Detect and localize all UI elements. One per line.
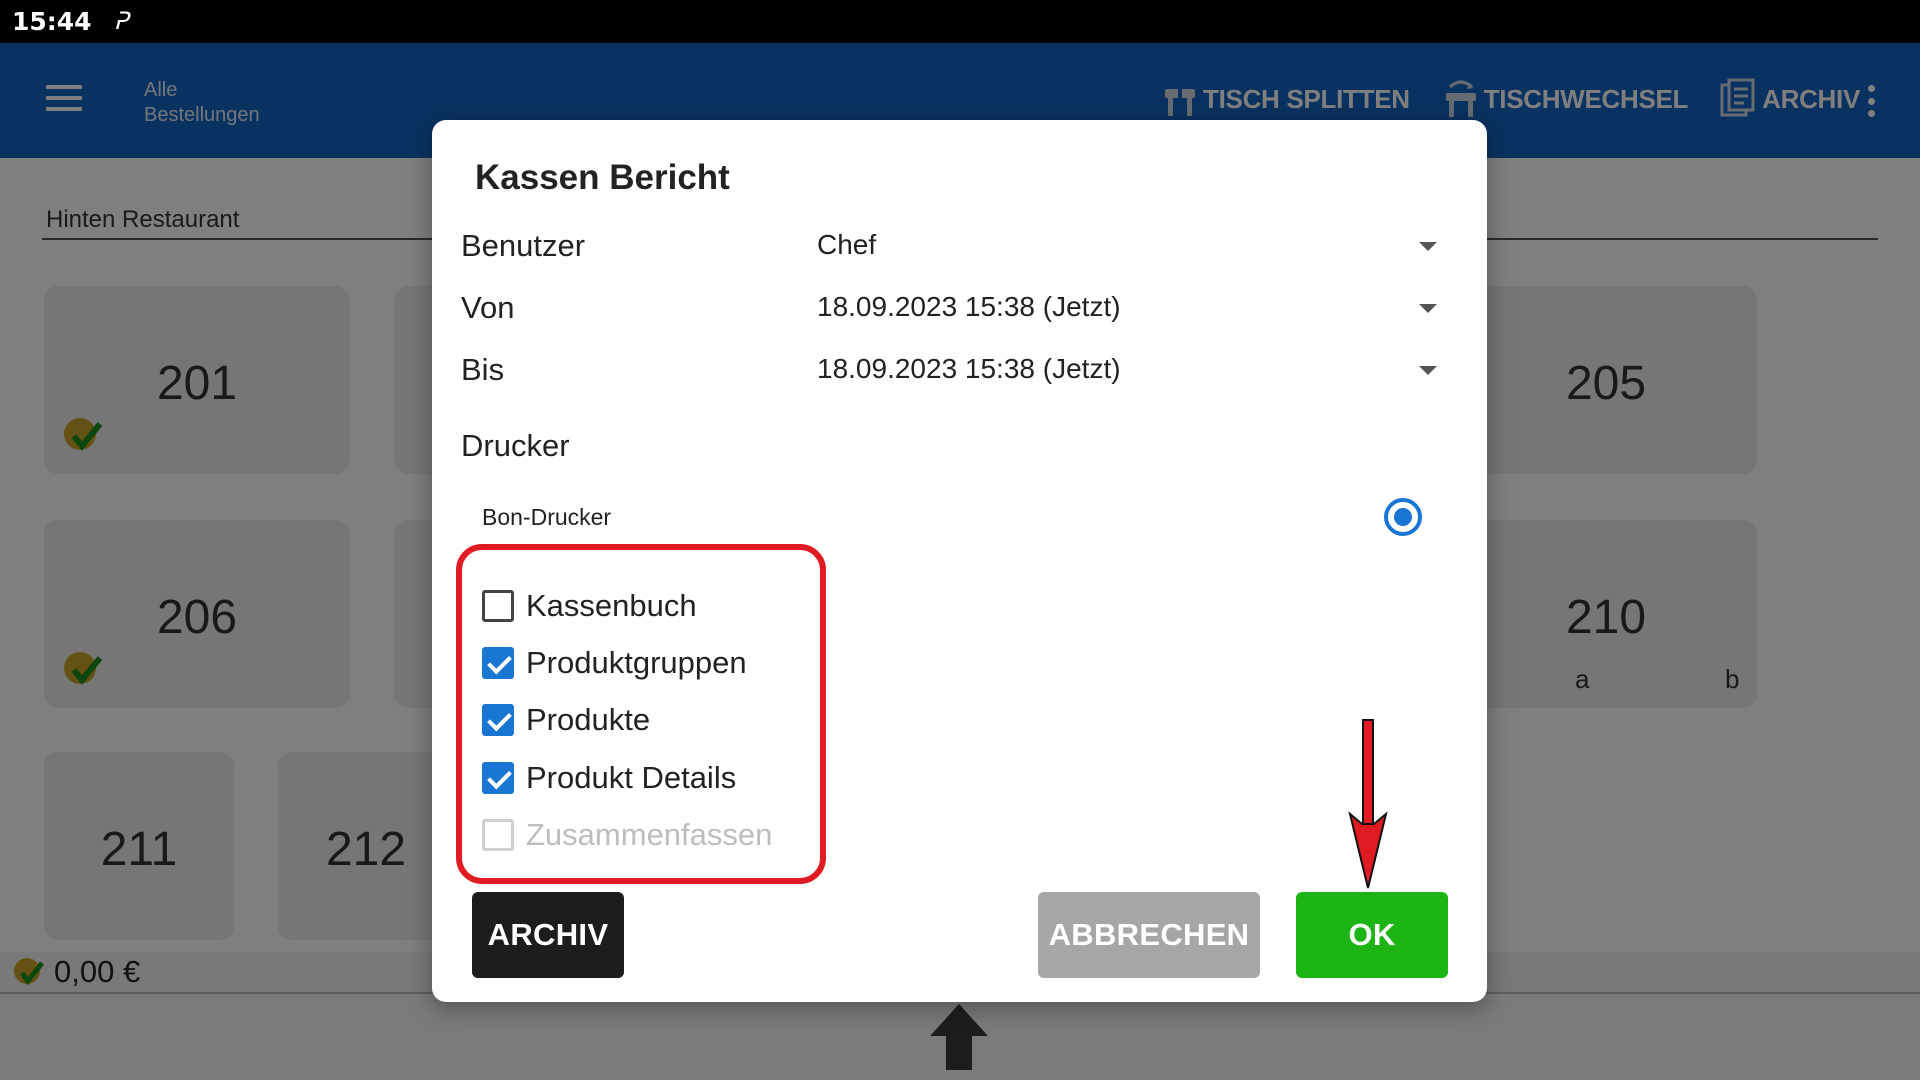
chevron-down-icon[interactable] bbox=[1419, 304, 1437, 313]
option-kassenbuch[interactable]: Kassenbuch bbox=[482, 584, 697, 628]
ok-button[interactable]: OK bbox=[1296, 892, 1448, 978]
status-time: 15:44 bbox=[12, 7, 92, 36]
option-label: Produktgruppen bbox=[526, 645, 747, 680]
cash-report-dialog: Kassen Bericht Benutzer Chef Von 18.09.2… bbox=[432, 120, 1487, 1002]
to-value[interactable]: 18.09.2023 15:38 (Jetzt) bbox=[817, 353, 1121, 385]
user-label: Benutzer bbox=[461, 228, 586, 263]
checkbox-checked[interactable] bbox=[482, 704, 514, 736]
checkbox[interactable] bbox=[482, 590, 514, 622]
option-label: Produkt Details bbox=[526, 760, 737, 795]
user-value[interactable]: Chef bbox=[817, 229, 876, 261]
option-produktgruppen[interactable]: Produktgruppen bbox=[482, 641, 747, 685]
printer-radio[interactable] bbox=[1384, 498, 1422, 536]
chevron-down-icon[interactable] bbox=[1419, 242, 1437, 251]
from-field[interactable]: Von 18.09.2023 15:38 (Jetzt) bbox=[461, 282, 1461, 332]
cancel-button[interactable]: ABBRECHEN bbox=[1038, 892, 1260, 978]
checkbox-disabled bbox=[482, 819, 514, 851]
printer-section-label: Drucker bbox=[461, 428, 570, 463]
status-bar: 15:44 ᕈ bbox=[0, 0, 1920, 43]
checkbox-checked[interactable] bbox=[482, 647, 514, 679]
p-icon: ᕈ bbox=[113, 8, 129, 35]
from-value[interactable]: 18.09.2023 15:38 (Jetzt) bbox=[817, 291, 1121, 323]
option-label: Kassenbuch bbox=[526, 588, 697, 623]
dialog-title: Kassen Bericht bbox=[475, 158, 730, 197]
to-field[interactable]: Bis 18.09.2023 15:38 (Jetzt) bbox=[461, 344, 1461, 394]
option-label: Produkte bbox=[526, 702, 651, 737]
from-label: Von bbox=[461, 290, 515, 325]
option-label: Zusammenfassen bbox=[526, 817, 773, 852]
printer-name: Bon-Drucker bbox=[482, 504, 612, 530]
archive-dialog-button[interactable]: ARCHIV bbox=[472, 892, 624, 978]
option-produkt-details[interactable]: Produkt Details bbox=[482, 756, 736, 800]
option-produkte[interactable]: Produkte bbox=[482, 698, 650, 742]
printer-option[interactable]: Bon-Drucker bbox=[482, 494, 1422, 540]
chevron-down-icon[interactable] bbox=[1419, 366, 1437, 375]
annotation-arrow-icon bbox=[1348, 719, 1388, 889]
to-label: Bis bbox=[461, 352, 505, 387]
user-field[interactable]: Benutzer Chef bbox=[461, 220, 1461, 270]
option-zusammenfassen: Zusammenfassen bbox=[482, 813, 772, 857]
checkbox-checked[interactable] bbox=[482, 762, 514, 794]
